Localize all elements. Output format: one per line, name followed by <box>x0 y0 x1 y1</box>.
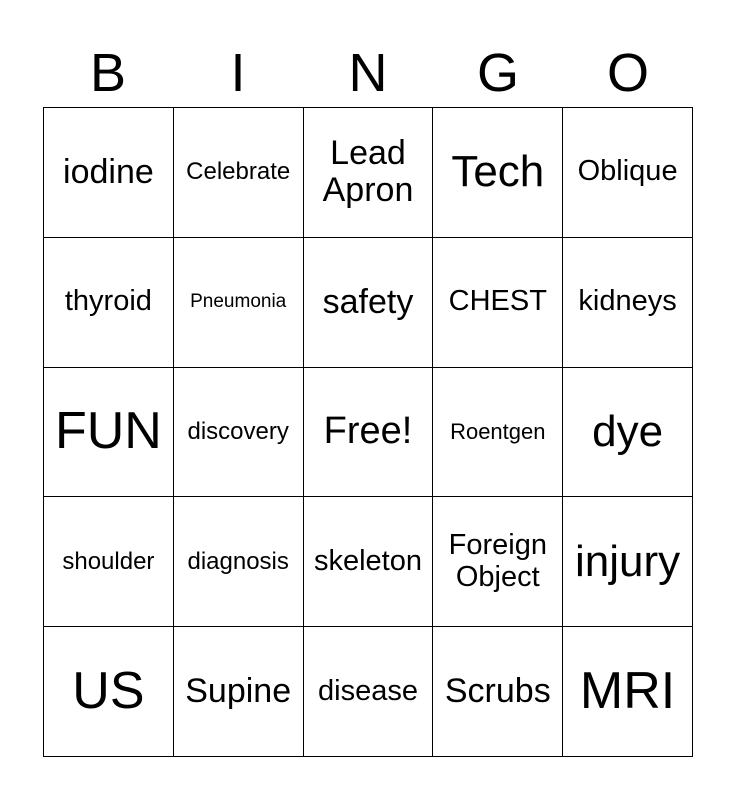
bingo-cell[interactable]: Supine <box>173 627 304 757</box>
header-letter-g: G <box>476 43 519 103</box>
bingo-cell[interactable]: iodine <box>44 108 174 238</box>
bingo-cell[interactable]: Scrubs <box>433 627 564 757</box>
bingo-cell[interactable]: skeleton <box>303 497 434 628</box>
bingo-cell[interactable]: Roentgen <box>433 367 564 498</box>
bingo-cell[interactable]: Celebrate <box>173 108 304 238</box>
bingo-cell[interactable]: Tech <box>433 108 564 238</box>
free-space[interactable]: Free! <box>303 367 434 498</box>
bingo-cell[interactable]: US <box>44 627 174 757</box>
header-letter-i: I <box>230 43 246 103</box>
bingo-cell[interactable]: kidneys <box>563 237 693 368</box>
bingo-cell[interactable]: shoulder <box>44 497 174 628</box>
bingo-cell[interactable]: thyroid <box>44 237 174 368</box>
header-letter-o: O <box>606 43 649 103</box>
bingo-cell[interactable]: disease <box>303 627 434 757</box>
bingo-cell[interactable]: diagnosis <box>173 497 304 628</box>
bingo-cell[interactable]: Oblique <box>563 108 693 238</box>
bingo-cell[interactable]: discovery <box>173 367 304 498</box>
bingo-cell[interactable]: Foreign Object <box>433 497 564 628</box>
bingo-cell[interactable]: Pneumonia <box>173 237 304 368</box>
bingo-header: B I N G O <box>43 40 693 106</box>
header-letter-b: B <box>89 43 127 103</box>
bingo-cell[interactable]: CHEST <box>433 237 564 368</box>
bingo-cell[interactable]: FUN <box>44 367 174 498</box>
bingo-cell[interactable]: injury <box>563 497 693 628</box>
bingo-card: iodine Celebrate Lead Apron Tech Oblique… <box>43 107 693 757</box>
bingo-cell[interactable]: safety <box>303 237 434 368</box>
bingo-cell[interactable]: dye <box>563 367 693 498</box>
bingo-cell[interactable]: MRI <box>563 627 693 757</box>
header-letter-n: N <box>348 43 388 103</box>
bingo-cell[interactable]: Lead Apron <box>303 108 434 238</box>
